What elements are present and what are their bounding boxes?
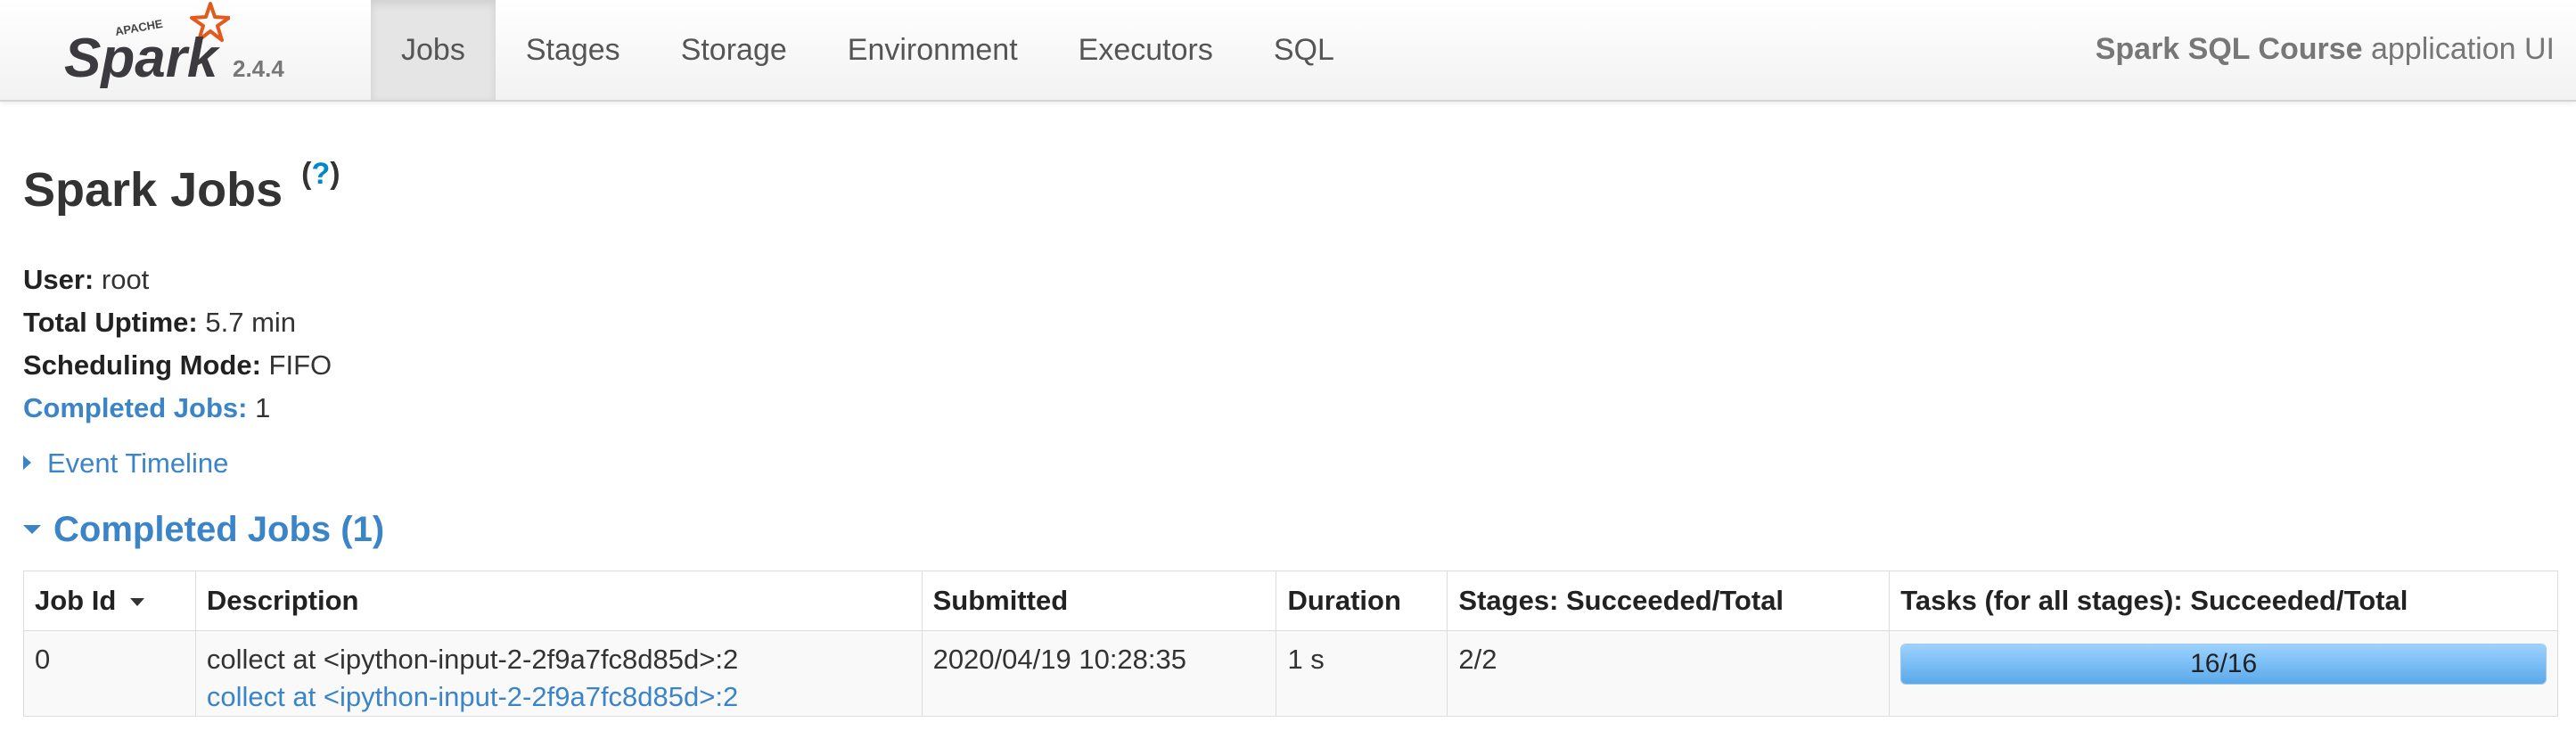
description-link[interactable]: collect at <ipython-input-2-2f9a7fc8d85d… xyxy=(207,681,911,713)
svg-text:Spark: Spark xyxy=(64,28,221,89)
tab-environment[interactable]: Environment xyxy=(817,0,1048,100)
header-description[interactable]: Description xyxy=(194,571,923,631)
cell-description: collect at <ipython-input-2-2f9a7fc8d85d… xyxy=(194,630,923,717)
summary-scheduling-mode: Scheduling Mode: FIFO xyxy=(23,349,332,381)
job-summary: User: root Total Uptime: 5.7 min Schedul… xyxy=(23,259,332,430)
event-timeline-toggle[interactable]: Event Timeline xyxy=(23,447,228,480)
help-tooltip: (?) xyxy=(301,157,340,191)
tasks-progress-bar: 16/16 xyxy=(1900,644,2547,685)
spark-logo: APACHE Spark xyxy=(64,2,230,89)
app-title-suffix: application UI xyxy=(2362,32,2555,66)
app-title: Spark SQL Course application UI xyxy=(2096,0,2555,100)
summary-uptime: Total Uptime: 5.7 min xyxy=(23,307,297,338)
table-header-row: Job Id Description Submitted Duration St… xyxy=(23,571,2558,631)
summary-completed-jobs: Completed Jobs: 1 xyxy=(23,392,271,423)
help-icon[interactable]: ? xyxy=(311,157,330,191)
tab-jobs[interactable]: Jobs xyxy=(371,0,496,100)
completed-jobs-link[interactable]: Completed Jobs: xyxy=(23,392,247,423)
header-duration[interactable]: Duration xyxy=(1276,571,1448,631)
page-title: Spark Jobs (?) xyxy=(23,157,340,218)
event-timeline-label: Event Timeline xyxy=(47,447,229,479)
tab-stages[interactable]: Stages xyxy=(496,0,651,100)
app-name: Spark SQL Course xyxy=(2095,32,2363,66)
header-job-id[interactable]: Job Id xyxy=(23,571,196,631)
tab-sql[interactable]: SQL xyxy=(1243,0,1365,100)
tab-executors[interactable]: Executors xyxy=(1048,0,1243,100)
sort-desc-icon[interactable] xyxy=(130,598,145,607)
header-submitted[interactable]: Submitted xyxy=(921,571,1277,631)
completed-jobs-table: Job Id Description Submitted Duration St… xyxy=(23,571,2558,717)
triangle-right-icon xyxy=(23,455,31,470)
header-stages[interactable]: Stages: Succeeded/Total xyxy=(1447,571,1891,631)
triangle-down-icon xyxy=(23,525,41,535)
table-row: 0 collect at <ipython-input-2-2f9a7fc8d8… xyxy=(23,630,2558,717)
nav-tabs: Jobs Stages Storage Environment Executor… xyxy=(371,0,1365,100)
page-title-text: Spark Jobs xyxy=(23,163,283,217)
description-text: collect at <ipython-input-2-2f9a7fc8d85d… xyxy=(206,644,739,675)
cell-submitted: 2020/04/19 10:28:35 xyxy=(921,630,1277,717)
header-tasks[interactable]: Tasks (for all stages): Succeeded/Total xyxy=(1889,571,2558,631)
cell-tasks: 16/16 xyxy=(1889,630,2558,717)
cell-job-id: 0 xyxy=(23,630,196,717)
tab-storage[interactable]: Storage xyxy=(651,0,817,100)
summary-user: User: root xyxy=(23,264,150,295)
navbar: APACHE Spark 2.4.4 Jobs Stages Storage E… xyxy=(0,0,2576,102)
tasks-progress-label: 16/16 xyxy=(2190,649,2258,678)
completed-jobs-toggle[interactable]: Completed Jobs (1) xyxy=(23,510,384,550)
spark-version: 2.4.4 xyxy=(233,55,284,82)
cell-duration: 1 s xyxy=(1276,630,1448,717)
spark-logo-link[interactable]: APACHE Spark 2.4.4 xyxy=(61,0,310,100)
completed-jobs-heading: Completed Jobs (1) xyxy=(53,510,385,549)
cell-stages: 2/2 xyxy=(1447,630,1891,717)
